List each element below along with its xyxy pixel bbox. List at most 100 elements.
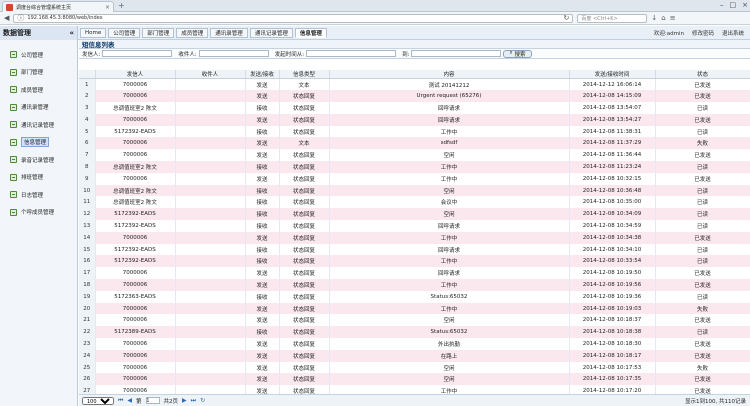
close-window-icon[interactable]: × [742, 1, 748, 9]
sidebar-item-6[interactable]: 录音记录管理 [0, 151, 77, 169]
column-header[interactable]: 状态 [655, 70, 750, 79]
table-row[interactable]: 24 7000006 发送 状态回复 在路上 2014-12-08 10:18:17 已发送 [79, 349, 750, 362]
sender-input[interactable] [102, 50, 173, 57]
prev-page-icon[interactable]: ◀ [127, 397, 132, 404]
minimize-icon[interactable]: – [720, 1, 724, 9]
sidebar-item-4[interactable]: 通讯记录管理 [0, 116, 77, 134]
column-header[interactable]: 发信人 [95, 70, 176, 79]
table-cell: 回呼请求 [329, 102, 570, 114]
refresh-icon[interactable]: ↻ [200, 397, 205, 404]
menu-tab-6[interactable]: 信息管理 [294, 28, 327, 38]
table-cell: 26 [79, 373, 96, 386]
table-row[interactable]: 15 5172392-EADS 接收 状态回复 回呼请求 2014-12-08 10:34… [79, 243, 750, 256]
close-tab-icon[interactable]: × [105, 4, 110, 11]
first-page-icon[interactable]: ⏮ [118, 397, 123, 405]
table-row[interactable]: 23 7000006 发送 状态回复 外出执勤 2014-12-08 10:18:30 已发… [79, 338, 750, 350]
table-cell: 5172392-EADS [95, 208, 176, 221]
menu-tab-1[interactable]: 公司管理 [108, 28, 141, 38]
table-row[interactable]: 9 7000006 发送 状态回复 工作中 2014-12-08 10:32:15 已发送 [79, 172, 750, 185]
table-cell: 发送 [245, 302, 280, 315]
table-row[interactable]: 3 总调值班室2 陈文 接收 状态回复 回呼请求 2014-12-08 13:54:07 已… [79, 102, 750, 114]
column-header[interactable] [79, 70, 96, 79]
table-row[interactable]: 7 7000006 发送 状态回复 空闲 2014-12-08 11:36:44 已发送 [79, 149, 750, 162]
table-cell: 工作中 [329, 125, 570, 138]
table-cell: 已发送 [655, 314, 750, 327]
menu-tab-4[interactable]: 通讯录管理 [210, 28, 248, 38]
sidebar-item-2[interactable]: 成员管理 [0, 81, 77, 99]
table-row[interactable]: 13 5172392-EADS 接收 状态回复 回呼请求 2014-12-08 10:34… [79, 220, 750, 232]
module-icon [10, 68, 17, 76]
column-header[interactable]: 内容 [329, 70, 570, 79]
menu-icon[interactable]: ≡ [670, 14, 676, 22]
sidebar-item-1[interactable]: 部门管理 [0, 64, 77, 82]
menu-tab-5[interactable]: 通讯记录管理 [249, 28, 293, 38]
table-cell: 7000006 [95, 373, 176, 386]
column-header[interactable]: 信息类型 [279, 70, 330, 79]
collapse-sidebar-icon[interactable]: « [69, 29, 74, 37]
new-tab-icon[interactable]: + [118, 2, 125, 10]
table-row[interactable]: 10 总调值班室2 陈文 接收 状态回复 空闲 2014-12-08 10:36:48 已读 [79, 184, 750, 197]
table-cell: 21 [79, 314, 96, 327]
table-cell: 工作中 [329, 161, 570, 173]
table-row[interactable]: 4 7000006 发送 状态回复 回呼请求 2014-12-08 13:54:27 已发送 [79, 113, 750, 126]
table-row[interactable]: 12 5172392-EADS 接收 状态回复 空闲 2014-12-08 10:34:0… [79, 208, 750, 221]
address-bar[interactable]: ⓘ 192.168.45.3:8080/web/index ↻ [13, 13, 574, 23]
table-row[interactable]: 20 7000006 发送 状态回复 工作中 2014-12-08 10:19:03 失败 [79, 302, 750, 315]
sidebar-item-9[interactable]: 个呼成员管理 [0, 204, 77, 222]
table-row[interactable]: 5 5172392-EADS 接收 状态回复 工作中 2014-12-08 11:38:3… [79, 125, 750, 138]
table-cell: 7000006 [95, 78, 176, 91]
table-row[interactable]: 1 7000006 发送 文本 测试 20141212 2014-12-12 16:06:… [79, 78, 750, 91]
table-row[interactable]: 25 7000006 发送 状态回复 空闲 2014-12-08 10:17:53 失败 [79, 361, 750, 374]
search-button[interactable]: ⌕ 搜索 [503, 49, 532, 58]
sidebar-item-3[interactable]: 通讯录管理 [0, 99, 77, 117]
browser-search-box[interactable]: 百度 <Ctrl+K> [577, 13, 648, 23]
table-row[interactable]: 16 5172392-EADS 接收 状态回复 工作中 2014-12-08 10:33:… [79, 255, 750, 268]
browser-tab-title: 调度台综合管理系统主页 [16, 4, 72, 11]
table-cell: 7 [79, 149, 96, 162]
page-size-select[interactable]: 100 [82, 396, 114, 405]
table-row[interactable]: 22 5172389-EADS 接收 状态回复 Status:65032 2014-12-… [79, 326, 750, 339]
download-icon[interactable]: ↓ [651, 14, 657, 22]
next-page-icon[interactable]: ▶ [182, 397, 187, 404]
table-cell: 7000006 [95, 338, 176, 350]
last-page-icon[interactable]: ⏭ [191, 397, 196, 405]
table-row[interactable]: 8 总调值班室2 陈文 接收 状态回复 工作中 2014-12-08 11:23:24 已读 [79, 161, 750, 173]
table-cell: 18 [79, 279, 96, 291]
table-row[interactable]: 21 7000006 发送 状态回复 空闲 2014-12-08 10:18:37 已发送 [79, 314, 750, 327]
table-row[interactable]: 26 7000006 发送 状态回复 空闲 2014-12-08 10:17:35 已发送 [79, 373, 750, 386]
table-row[interactable]: 11 总调值班室2 陈文 接收 状态回复 会议中 2014-12-08 10:35:00 已… [79, 196, 750, 209]
column-header[interactable]: 发送/接收 [245, 70, 280, 79]
sidebar-item-0[interactable]: 公司管理 [0, 46, 77, 64]
page-number-input[interactable] [145, 397, 160, 404]
table-row[interactable]: 17 7000006 发送 状态回复 回呼请求 2014-12-08 10:19:50 已发… [79, 267, 750, 280]
time-to-input[interactable] [411, 50, 502, 57]
sidebar-item-5[interactable]: 信息管理 [0, 134, 77, 152]
back-icon[interactable]: ◀ [4, 14, 9, 22]
sidebar-item-7[interactable]: 排班管理 [0, 169, 77, 187]
sidebar-item-label: 录音记录管理 [21, 157, 55, 164]
table-row[interactable]: 2 7000006 发送 状态回复 Urgent request (65276) 2014… [79, 90, 750, 103]
table-cell: Status:65032 [329, 290, 570, 303]
logout-link[interactable]: 退出系统 [722, 29, 744, 37]
time-from-input[interactable] [306, 50, 397, 57]
menu-tab-2[interactable]: 部门管理 [142, 28, 175, 38]
menu-tab-3[interactable]: 成员管理 [176, 28, 209, 38]
table-row[interactable]: 19 5172363-EADS 接收 状态回复 Status:65032 2014-12-… [79, 290, 750, 303]
table-cell: 接收 [245, 326, 280, 339]
change-password-link[interactable]: 修改密码 [692, 29, 714, 37]
table-row[interactable]: 14 7000006 发送 状态回复 工作中 2014-12-08 10:34:38 已发送 [79, 231, 750, 244]
table-cell: 已发送 [655, 279, 750, 291]
maximize-icon[interactable]: □ [730, 1, 737, 9]
sidebar-item-label: 成员管理 [21, 87, 44, 94]
home-icon[interactable]: ⌂ [661, 14, 665, 22]
table-row[interactable]: 6 7000006 发送 文本 sdfsdf 2014-12-08 11:37:29 失败 [79, 137, 750, 150]
table-cell: 7000006 [95, 349, 176, 362]
reload-icon[interactable]: ↻ [564, 14, 570, 22]
table-row[interactable]: 18 7000006 发送 状态回复 工作中 2014-12-08 10:19:56 已发送 [79, 279, 750, 291]
column-header[interactable]: 收件人 [175, 70, 246, 79]
sidebar-item-8[interactable]: 日志管理 [0, 186, 77, 204]
receiver-input[interactable] [198, 50, 269, 57]
column-header[interactable]: 发送/接收时间 [569, 70, 656, 79]
browser-tab[interactable]: 调度台综合管理系统主页 × [2, 1, 114, 12]
menu-tab-0[interactable]: Home [80, 28, 107, 38]
